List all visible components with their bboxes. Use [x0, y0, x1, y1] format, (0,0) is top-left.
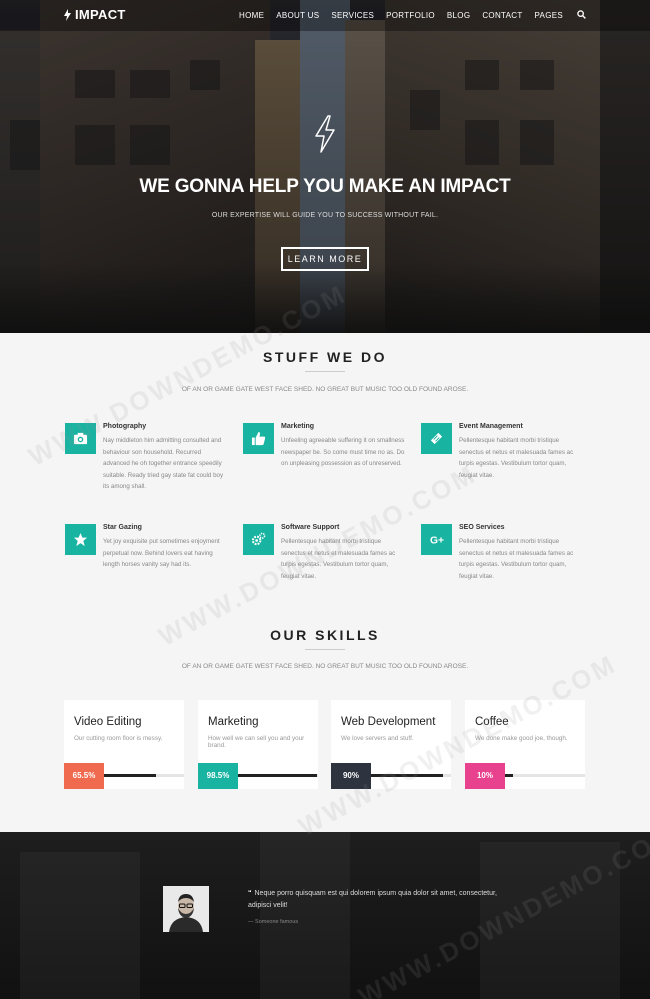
skill-progress: 90% — [331, 763, 451, 789]
top-navbar: IMPACT HOME ABOUT US SERVICES PORTFOLIO … — [0, 0, 650, 31]
skill-progress: 98.5% — [198, 763, 318, 789]
quote-text: Neque porro quisquam est qui dolorem ips… — [248, 890, 497, 909]
service-desc: Pellentesque habitant morbi tristique se… — [281, 538, 396, 580]
thumbs-up-icon — [243, 423, 274, 454]
skill-name: Marketing — [208, 716, 259, 728]
skill-card: Marketing How well we can sell you and y… — [198, 700, 318, 789]
hero-title: WE GONNA HELP YOU MAKE AN IMPACT — [139, 176, 511, 197]
service-name: SEO Services — [459, 524, 505, 531]
service-name: Event Management — [459, 423, 523, 430]
learn-more-button[interactable]: LEARN MORE — [281, 247, 369, 271]
title-divider — [305, 649, 345, 650]
skill-percent-badge: 10% — [465, 763, 505, 789]
skill-fill — [505, 774, 513, 777]
skill-name: Coffee — [475, 716, 509, 728]
testimonial-quote: “Neque porro quisquam est qui dolorem ip… — [248, 888, 508, 912]
skills-subtitle: OF AN OR GAME GATE WEST FACE SHED. NO GR… — [181, 663, 469, 670]
skill-percent-badge: 98.5% — [198, 763, 238, 789]
skill-progress: 10% — [465, 763, 585, 789]
ticket-icon — [421, 423, 452, 454]
skill-desc: We love servers and stuff. — [341, 735, 414, 742]
skill-desc: Our cutting room floor is messy. — [74, 735, 163, 742]
nav-portfolio[interactable]: PORTFOLIO — [386, 11, 435, 20]
skill-desc: We done make good joe, though. — [475, 735, 568, 742]
brand-logo[interactable]: IMPACT — [64, 7, 126, 22]
quote-icon: “ — [248, 890, 252, 897]
testimonial-section — [0, 832, 650, 999]
skill-desc: How well we can sell you and your brand. — [208, 735, 305, 749]
nav-pages[interactable]: PAGES — [535, 11, 563, 20]
nav-home[interactable]: HOME — [239, 11, 264, 20]
nav-about-us[interactable]: ABOUT US — [276, 11, 319, 20]
service-name: Photography — [103, 423, 147, 430]
skill-fill — [371, 774, 443, 777]
nav-blog[interactable]: BLOG — [447, 11, 470, 20]
testimonial-author: — Someone famous — [248, 919, 299, 925]
skill-fill — [238, 774, 317, 777]
skill-percent-badge: 65.5% — [64, 763, 104, 789]
service-desc: Unfeeling agreeable suffering it on smal… — [281, 437, 405, 467]
skill-card: Video Editing Our cutting room floor is … — [64, 700, 184, 789]
avatar — [163, 886, 209, 932]
skill-card: Web Development We love servers and stuf… — [331, 700, 451, 789]
hero-section — [0, 0, 650, 333]
title-divider — [305, 371, 345, 372]
search-icon[interactable] — [577, 10, 586, 19]
lightning-icon — [64, 8, 71, 21]
nav-contact[interactable]: CONTACT — [482, 11, 522, 20]
lightning-icon — [315, 115, 335, 153]
brand-name: IMPACT — [75, 7, 126, 22]
service-name: Software Support — [281, 524, 340, 531]
service-desc: Yet joy exquisite put sometimes enjoymen… — [103, 538, 220, 568]
skill-percent-badge: 90% — [331, 763, 371, 789]
service-name: Marketing — [281, 423, 315, 430]
hero-subtitle: OUR EXPERTISE WILL GUIDE YOU TO SUCCESS … — [211, 212, 439, 219]
google-plus-icon: G+ — [421, 524, 452, 555]
nav-services[interactable]: SERVICES — [331, 11, 374, 20]
service-desc: Pellentesque habitant morbi tristique se… — [459, 437, 574, 479]
star-icon — [65, 524, 96, 555]
skill-fill — [104, 774, 157, 777]
services-subtitle: OF AN OR GAME GATE WEST FACE SHED. NO GR… — [181, 386, 469, 393]
service-desc: Pellentesque habitant morbi tristique se… — [459, 538, 574, 580]
service-desc: Nay middleton him admitting consulted an… — [103, 437, 224, 490]
gears-icon — [243, 524, 274, 555]
main-menu: HOME ABOUT US SERVICES PORTFOLIO BLOG CO… — [239, 10, 586, 20]
skill-card: Coffee We done make good joe, though. 10… — [465, 700, 585, 789]
services-title: STUFF WE DO — [263, 349, 387, 365]
skill-progress: 65.5% — [64, 763, 184, 789]
skill-name: Video Editing — [74, 716, 142, 728]
camera-icon — [65, 423, 96, 454]
skills-title: OUR SKILLS — [270, 627, 380, 643]
service-name: Star Gazing — [103, 524, 142, 531]
svg-text:G+: G+ — [430, 535, 444, 546]
skill-name: Web Development — [341, 716, 436, 728]
